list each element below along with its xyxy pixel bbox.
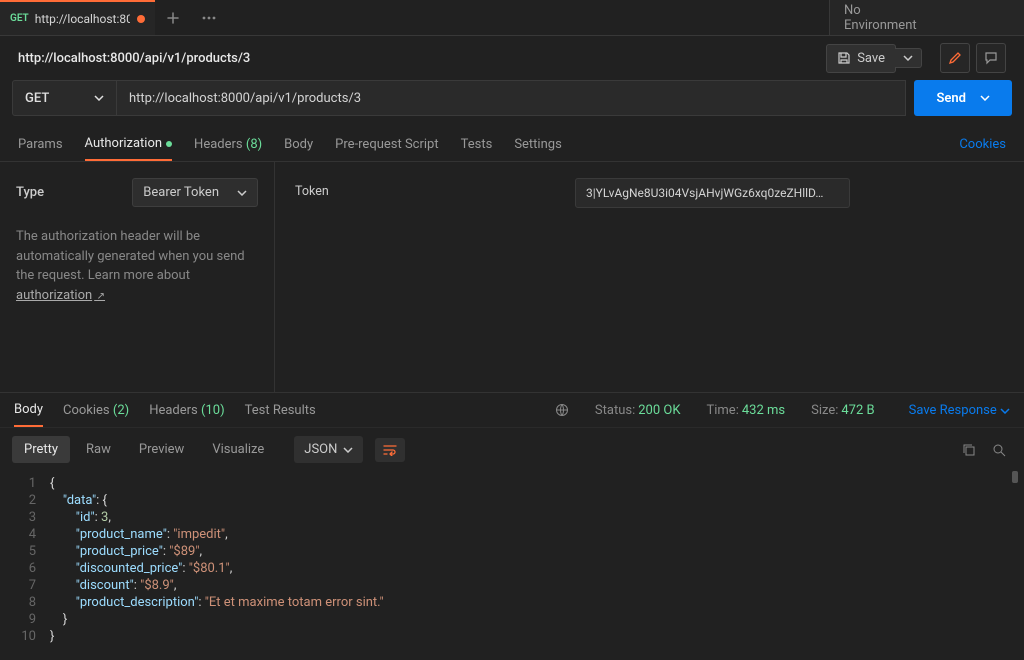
unsaved-dot-icon [137, 15, 145, 23]
environment-label: No Environment [844, 3, 917, 33]
tab-prerequest[interactable]: Pre-request Script [335, 129, 438, 160]
time-meta: Time: 432 ms [706, 403, 785, 418]
auth-active-dot-icon [166, 141, 172, 147]
request-title: http://localhost:8000/api/v1/products/3 [18, 51, 250, 66]
url-input[interactable] [117, 80, 906, 116]
cookies-link[interactable]: Cookies [959, 137, 1006, 152]
edit-button[interactable] [940, 43, 970, 73]
auth-type-label: Type [16, 185, 44, 200]
wrap-icon [383, 444, 397, 456]
wrap-button[interactable] [375, 438, 405, 462]
view-preview[interactable]: Preview [127, 436, 196, 463]
environment-select[interactable]: No Environment [829, 0, 1024, 35]
tab-authorization[interactable]: Authorization [85, 128, 173, 161]
copy-button[interactable] [956, 437, 982, 463]
auth-description: The authorization header will be automat… [16, 227, 258, 305]
format-select[interactable]: JSON [294, 436, 363, 463]
tab-params[interactable]: Params [18, 129, 63, 160]
external-link-icon: ↗ [94, 291, 105, 302]
chevron-down-icon [94, 95, 104, 101]
tab-body[interactable]: Body [284, 129, 313, 160]
auth-learn-link[interactable]: authorization ↗ [16, 288, 105, 303]
chevron-down-icon [903, 55, 913, 61]
send-button[interactable]: Send [914, 80, 1012, 116]
token-label: Token [295, 178, 555, 199]
auth-type-select[interactable]: Bearer Token [132, 178, 258, 207]
status-meta: Status: 200 OK [595, 403, 681, 418]
chevron-down-icon [343, 447, 353, 453]
tab-title: http://localhost:8000/a [35, 12, 130, 26]
save-response-button[interactable]: Save Response [909, 403, 1010, 418]
scrollbar-thumb[interactable] [1012, 471, 1018, 483]
view-raw[interactable]: Raw [74, 436, 123, 463]
response-tab-body[interactable]: Body [14, 394, 43, 427]
globe-icon[interactable] [555, 403, 569, 417]
save-dropdown-button[interactable] [895, 48, 922, 68]
comment-icon [984, 51, 998, 65]
chevron-down-icon [980, 95, 990, 101]
save-icon [837, 51, 851, 65]
response-tab-headers[interactable]: Headers (10) [149, 395, 224, 426]
response-body[interactable]: 1{2 "data": {3 "id": 3,4 "product_name":… [0, 471, 1024, 649]
view-visualize[interactable]: Visualize [200, 436, 276, 463]
chevron-down-icon [237, 190, 247, 196]
chevron-down-icon [1000, 408, 1010, 414]
tab-headers[interactable]: Headers (8) [194, 129, 262, 160]
search-button[interactable] [986, 437, 1012, 463]
comment-button[interactable] [976, 43, 1006, 73]
view-pretty[interactable]: Pretty [12, 436, 70, 463]
size-meta: Size: 472 B [811, 403, 875, 418]
tab-settings[interactable]: Settings [514, 129, 561, 160]
method-select[interactable]: GET [12, 80, 117, 116]
response-tab-tests[interactable]: Test Results [245, 395, 316, 426]
request-tab[interactable]: GET http://localhost:8000/a [0, 0, 155, 35]
token-input[interactable]: 3|YLvAgNe8U3i04VsjAHvjWGz6xq0zeZHllD… [575, 178, 850, 208]
response-tab-cookies[interactable]: Cookies (2) [63, 395, 129, 426]
save-button[interactable]: Save [826, 44, 896, 73]
tab-tests[interactable]: Tests [461, 129, 493, 160]
pencil-icon [948, 51, 962, 65]
tab-more-icon[interactable] [191, 0, 227, 35]
tab-method: GET [10, 13, 29, 24]
new-tab-button[interactable] [155, 0, 191, 35]
